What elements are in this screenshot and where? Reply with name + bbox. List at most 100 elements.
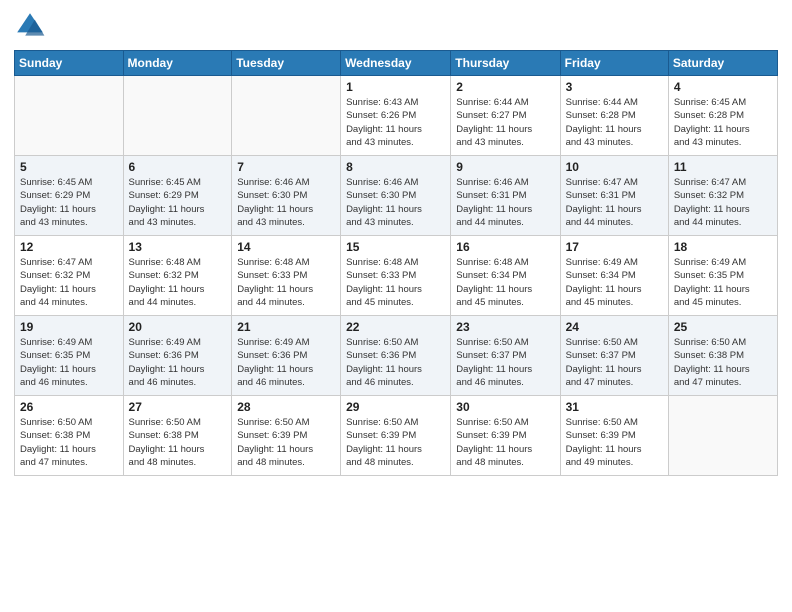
day-number: 10 <box>566 160 663 174</box>
calendar-cell: 1Sunrise: 6:43 AMSunset: 6:26 PMDaylight… <box>341 76 451 156</box>
day-info: Sunrise: 6:47 AMSunset: 6:32 PMDaylight:… <box>674 176 772 229</box>
day-number: 24 <box>566 320 663 334</box>
calendar-cell: 6 Sunrise: 6:45 AMSunset: 6:29 PMDaylight… <box>123 156 232 236</box>
day-number: 17 <box>566 240 663 254</box>
day-number: 5 <box>20 160 118 174</box>
day-number: 13 <box>129 240 227 254</box>
day-info: Sunrise: 6:50 AMSunset: 6:36 PMDaylight:… <box>346 336 445 389</box>
day-info: Sunrise: 6:43 AMSunset: 6:26 PMDaylight:… <box>346 96 445 149</box>
logo <box>14 10 50 42</box>
calendar-cell: 10 Sunrise: 6:47 AMSunset: 6:31 PMDayligh… <box>560 156 668 236</box>
day-number: 3 <box>566 80 663 94</box>
calendar-week-row: 12Sunrise: 6:47 AMSunset: 6:32 PMDayligh… <box>15 236 778 316</box>
day-info: Sunrise: 6:46 AMSunset: 6:30 PMDaylight:… <box>346 176 445 229</box>
calendar-cell: 14Sunrise: 6:48 AMSunset: 6:33 PMDayligh… <box>232 236 341 316</box>
calendar-cell: 4 Sunrise: 6:45 AMSunset: 6:28 PMDaylight… <box>668 76 777 156</box>
calendar-cell: 23Sunrise: 6:50 AMSunset: 6:37 PMDayligh… <box>451 316 560 396</box>
day-header-saturday: Saturday <box>668 51 777 76</box>
day-info: Sunrise: 6:48 AMSunset: 6:33 PMDaylight:… <box>346 256 445 309</box>
day-info: Sunrise: 6:50 AMSunset: 6:38 PMDaylight:… <box>129 416 227 469</box>
calendar-cell: 11 Sunrise: 6:47 AMSunset: 6:32 PMDayligh… <box>668 156 777 236</box>
calendar-week-row: 5 Sunrise: 6:45 AMSunset: 6:29 PMDaylight… <box>15 156 778 236</box>
calendar-cell <box>668 396 777 476</box>
calendar-cell: 19 Sunrise: 6:49 AMSunset: 6:35 PMDayligh… <box>15 316 124 396</box>
day-number: 22 <box>346 320 445 334</box>
calendar-cell: 29 Sunrise: 6:50 AMSunset: 6:39 PMDayligh… <box>341 396 451 476</box>
day-header-monday: Monday <box>123 51 232 76</box>
calendar-week-row: 26 Sunrise: 6:50 AMSunset: 6:38 PMDayligh… <box>15 396 778 476</box>
day-number: 19 <box>20 320 118 334</box>
day-info: Sunrise: 6:47 AMSunset: 6:31 PMDaylight:… <box>566 176 663 229</box>
calendar-cell: 27 Sunrise: 6:50 AMSunset: 6:38 PMDayligh… <box>123 396 232 476</box>
day-info: Sunrise: 6:50 AMSunset: 6:39 PMDaylight:… <box>346 416 445 469</box>
calendar-cell <box>15 76 124 156</box>
day-number: 31 <box>566 400 663 414</box>
calendar-cell: 7 Sunrise: 6:46 AMSunset: 6:30 PMDaylight… <box>232 156 341 236</box>
day-number: 29 <box>346 400 445 414</box>
day-number: 7 <box>237 160 335 174</box>
calendar-cell: 20 Sunrise: 6:49 AMSunset: 6:36 PMDayligh… <box>123 316 232 396</box>
day-number: 25 <box>674 320 772 334</box>
day-info: Sunrise: 6:49 AMSunset: 6:36 PMDaylight:… <box>237 336 335 389</box>
day-number: 6 <box>129 160 227 174</box>
day-header-sunday: Sunday <box>15 51 124 76</box>
day-number: 9 <box>456 160 554 174</box>
calendar-week-row: 1Sunrise: 6:43 AMSunset: 6:26 PMDaylight… <box>15 76 778 156</box>
calendar-cell: 3 Sunrise: 6:44 AMSunset: 6:28 PMDaylight… <box>560 76 668 156</box>
day-info: Sunrise: 6:48 AMSunset: 6:34 PMDaylight:… <box>456 256 554 309</box>
calendar-cell: 13Sunrise: 6:48 AMSunset: 6:32 PMDayligh… <box>123 236 232 316</box>
day-info: Sunrise: 6:50 AMSunset: 6:39 PMDaylight:… <box>237 416 335 469</box>
day-info: Sunrise: 6:50 AMSunset: 6:37 PMDaylight:… <box>566 336 663 389</box>
calendar-cell: 28 Sunrise: 6:50 AMSunset: 6:39 PMDayligh… <box>232 396 341 476</box>
day-info: Sunrise: 6:50 AMSunset: 6:37 PMDaylight:… <box>456 336 554 389</box>
calendar-cell: 15 Sunrise: 6:48 AMSunset: 6:33 PMDayligh… <box>341 236 451 316</box>
day-info: Sunrise: 6:45 AMSunset: 6:28 PMDaylight:… <box>674 96 772 149</box>
calendar-cell <box>232 76 341 156</box>
calendar-cell: 21 Sunrise: 6:49 AMSunset: 6:36 PMDayligh… <box>232 316 341 396</box>
day-info: Sunrise: 6:50 AMSunset: 6:38 PMDaylight:… <box>674 336 772 389</box>
calendar-cell: 22 Sunrise: 6:50 AMSunset: 6:36 PMDayligh… <box>341 316 451 396</box>
day-info: Sunrise: 6:49 AMSunset: 6:35 PMDaylight:… <box>674 256 772 309</box>
day-number: 15 <box>346 240 445 254</box>
calendar-cell: 5 Sunrise: 6:45 AMSunset: 6:29 PMDaylight… <box>15 156 124 236</box>
calendar-header-row: SundayMondayTuesdayWednesdayThursdayFrid… <box>15 51 778 76</box>
calendar-cell: 9Sunrise: 6:46 AMSunset: 6:31 PMDaylight… <box>451 156 560 236</box>
day-info: Sunrise: 6:49 AMSunset: 6:36 PMDaylight:… <box>129 336 227 389</box>
day-info: Sunrise: 6:46 AMSunset: 6:30 PMDaylight:… <box>237 176 335 229</box>
day-number: 16 <box>456 240 554 254</box>
calendar-cell: 30Sunrise: 6:50 AMSunset: 6:39 PMDayligh… <box>451 396 560 476</box>
calendar-week-row: 19 Sunrise: 6:49 AMSunset: 6:35 PMDayligh… <box>15 316 778 396</box>
calendar-cell: 16 Sunrise: 6:48 AMSunset: 6:34 PMDayligh… <box>451 236 560 316</box>
header <box>14 10 778 42</box>
day-info: Sunrise: 6:48 AMSunset: 6:33 PMDaylight:… <box>237 256 335 309</box>
day-header-wednesday: Wednesday <box>341 51 451 76</box>
day-number: 21 <box>237 320 335 334</box>
day-number: 4 <box>674 80 772 94</box>
calendar-cell: 31 Sunrise: 6:50 AMSunset: 6:39 PMDayligh… <box>560 396 668 476</box>
day-header-friday: Friday <box>560 51 668 76</box>
day-number: 26 <box>20 400 118 414</box>
day-number: 20 <box>129 320 227 334</box>
day-info: Sunrise: 6:47 AMSunset: 6:32 PMDaylight:… <box>20 256 118 309</box>
day-info: Sunrise: 6:50 AMSunset: 6:38 PMDaylight:… <box>20 416 118 469</box>
day-number: 11 <box>674 160 772 174</box>
day-info: Sunrise: 6:49 AMSunset: 6:35 PMDaylight:… <box>20 336 118 389</box>
day-number: 28 <box>237 400 335 414</box>
day-info: Sunrise: 6:45 AMSunset: 6:29 PMDaylight:… <box>129 176 227 229</box>
calendar-cell: 26 Sunrise: 6:50 AMSunset: 6:38 PMDayligh… <box>15 396 124 476</box>
day-info: Sunrise: 6:50 AMSunset: 6:39 PMDaylight:… <box>566 416 663 469</box>
day-info: Sunrise: 6:45 AMSunset: 6:29 PMDaylight:… <box>20 176 118 229</box>
day-number: 8 <box>346 160 445 174</box>
calendar-cell: 8 Sunrise: 6:46 AMSunset: 6:30 PMDaylight… <box>341 156 451 236</box>
page: SundayMondayTuesdayWednesdayThursdayFrid… <box>0 0 792 612</box>
day-info: Sunrise: 6:44 AMSunset: 6:28 PMDaylight:… <box>566 96 663 149</box>
logo-icon <box>14 10 46 42</box>
day-number: 2 <box>456 80 554 94</box>
calendar-cell: 2Sunrise: 6:44 AMSunset: 6:27 PMDaylight… <box>451 76 560 156</box>
day-info: Sunrise: 6:49 AMSunset: 6:34 PMDaylight:… <box>566 256 663 309</box>
calendar-cell: 25 Sunrise: 6:50 AMSunset: 6:38 PMDayligh… <box>668 316 777 396</box>
day-number: 27 <box>129 400 227 414</box>
calendar-cell: 17 Sunrise: 6:49 AMSunset: 6:34 PMDayligh… <box>560 236 668 316</box>
calendar-cell <box>123 76 232 156</box>
day-number: 18 <box>674 240 772 254</box>
